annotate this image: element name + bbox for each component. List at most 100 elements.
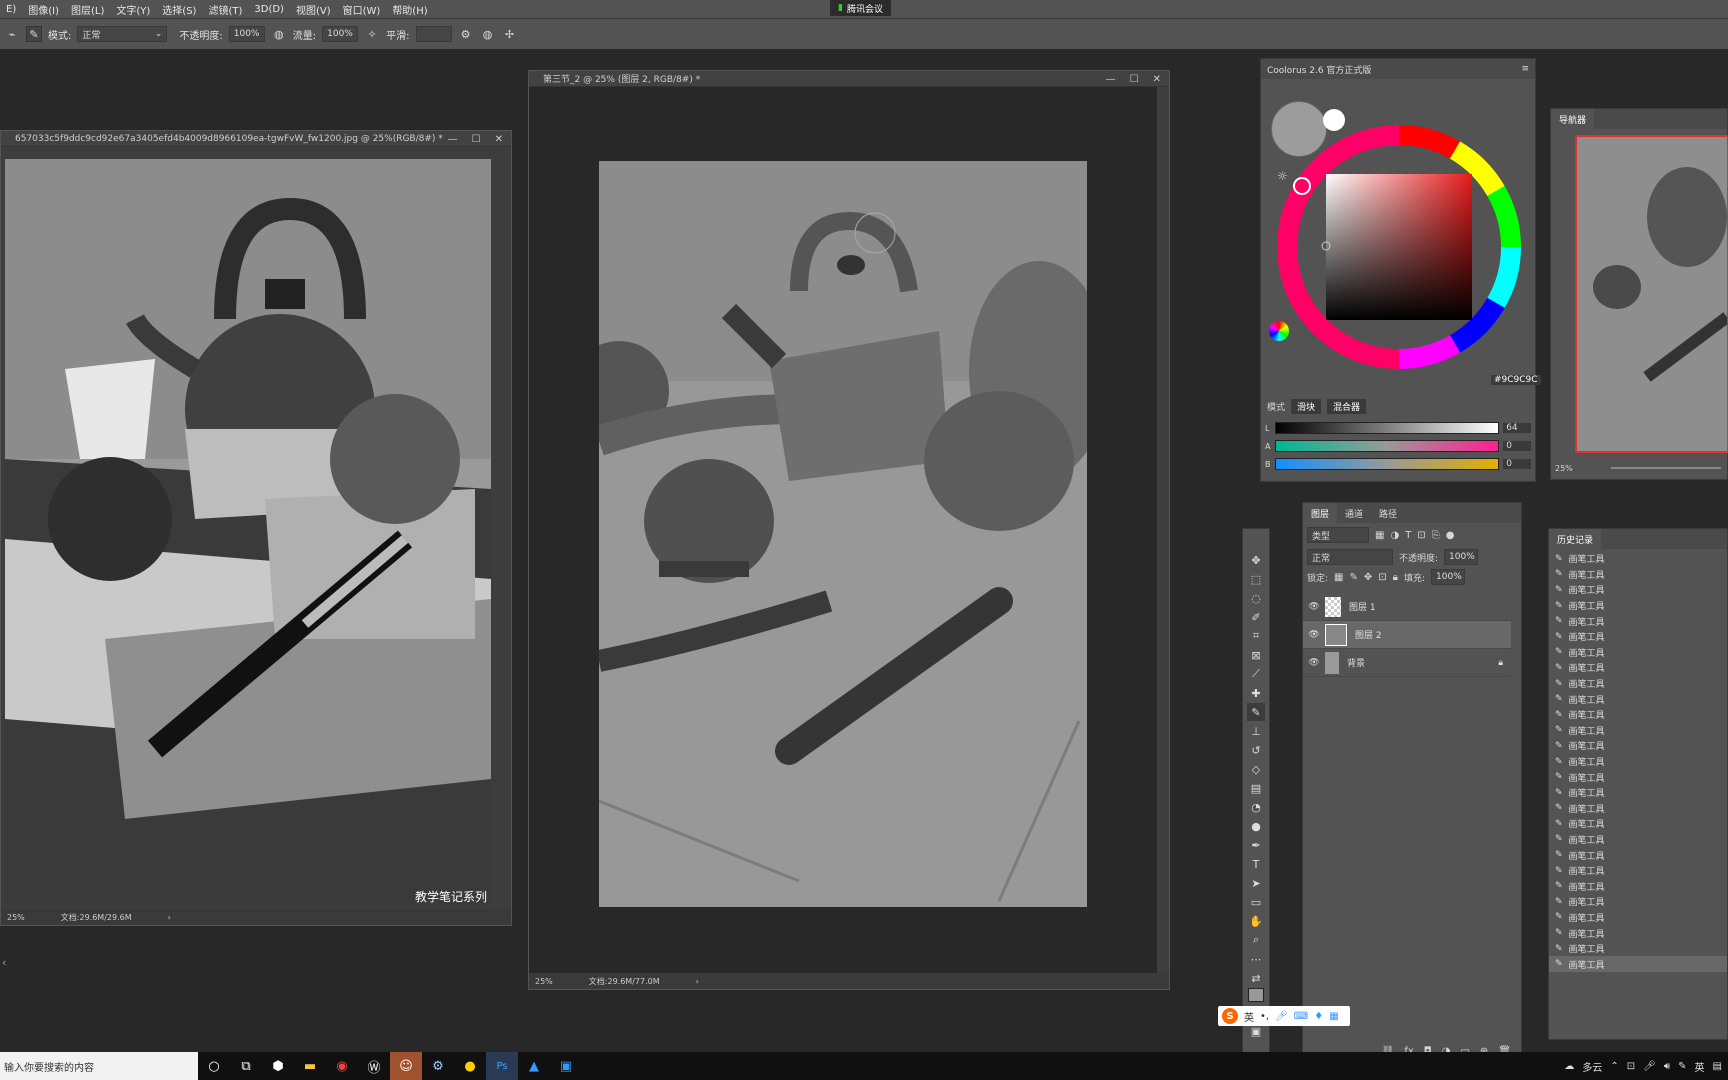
- history-item[interactable]: ✎ 画笔工具: [1549, 676, 1727, 692]
- opacity-field[interactable]: 100%: [228, 26, 265, 42]
- history-item[interactable]: ✎ 画笔工具: [1549, 894, 1727, 910]
- history-item[interactable]: ✎ 画笔工具: [1549, 925, 1727, 941]
- pen-tool-icon[interactable]: ✒: [1247, 836, 1265, 854]
- weather-text[interactable]: 多云: [1582, 1059, 1602, 1074]
- tab-channels[interactable]: 通道: [1337, 503, 1371, 523]
- blend-mode-select[interactable]: 正常: [1307, 549, 1393, 565]
- cortana-icon[interactable]: ○: [198, 1052, 230, 1080]
- navigator-zoom[interactable]: 25%: [1555, 464, 1573, 473]
- panel-menu-icon[interactable]: ≡: [1521, 64, 1535, 74]
- mode-select[interactable]: 正常 ⌄: [77, 26, 168, 42]
- move-tool-icon[interactable]: ✥: [1247, 551, 1265, 569]
- lock-pixels-icon[interactable]: ✎: [1350, 572, 1358, 583]
- maximize-icon[interactable]: ☐: [472, 134, 481, 145]
- type-tool-icon[interactable]: T: [1247, 855, 1265, 873]
- history-item[interactable]: ✎ 画笔工具: [1549, 754, 1727, 770]
- marquee-tool-icon[interactable]: ⬚: [1247, 570, 1265, 588]
- app-w-icon[interactable]: Ⓦ: [358, 1052, 390, 1080]
- path-select-tool-icon[interactable]: ➤: [1247, 874, 1265, 892]
- history-item[interactable]: ✎ 画笔工具: [1549, 723, 1727, 739]
- volume-icon[interactable]: 🔊︎: [1664, 1061, 1670, 1072]
- photoshop-icon[interactable]: Ps: [486, 1052, 518, 1080]
- lasso-tool-icon[interactable]: ◌: [1247, 589, 1265, 607]
- history-item[interactable]: ✎ 画笔工具: [1549, 863, 1727, 879]
- history-item[interactable]: ✎ 画笔工具: [1549, 816, 1727, 832]
- history-item[interactable]: ✎ 画笔工具: [1549, 645, 1727, 661]
- filter-smart-icon[interactable]: ⎘: [1432, 530, 1440, 541]
- menu-item[interactable]: 3D(D): [248, 4, 290, 15]
- filter-type-icon[interactable]: T: [1405, 530, 1411, 541]
- history-item[interactable]: ✎ 画笔工具: [1549, 878, 1727, 894]
- painting-canvas[interactable]: [599, 161, 1087, 907]
- menu-item[interactable]: 文字(Y): [110, 2, 156, 17]
- lock-position-icon[interactable]: ✥: [1364, 572, 1372, 583]
- layer-row-selected[interactable]: 👁︎ 图层 2: [1303, 621, 1511, 649]
- history-item[interactable]: ✎ 画笔工具: [1549, 941, 1727, 957]
- menu-item[interactable]: 选择(S): [156, 2, 202, 17]
- eye-icon[interactable]: 👁︎: [1303, 658, 1325, 668]
- mixer-mode-button[interactable]: 混合器: [1327, 399, 1367, 414]
- filter-adjust-icon[interactable]: ◑: [1390, 530, 1399, 541]
- more-tools-icon[interactable]: ⋯: [1247, 950, 1265, 968]
- keyboard-icon[interactable]: ⌨: [1294, 1011, 1308, 1022]
- layer-filter-select[interactable]: 类型: [1307, 527, 1369, 543]
- slider-mode-button[interactable]: 滑块: [1291, 399, 1322, 414]
- main-doc-titlebar[interactable]: 第三节_2 @ 25% (图层 2, RGB/8#) * — ☐ ✕: [529, 71, 1169, 87]
- network-icon[interactable]: ⊡: [1627, 1061, 1635, 1072]
- menu-item[interactable]: 滤镜(T): [202, 2, 248, 17]
- app-avatar-icon[interactable]: ☺: [390, 1052, 422, 1080]
- history-item[interactable]: ✎ 画笔工具: [1549, 707, 1727, 723]
- panel-collapse-icon[interactable]: ‹: [2, 956, 6, 969]
- reference-doc-titlebar[interactable]: 657033c5f9ddc9cd92e67a3405efd4b4009d8966…: [1, 131, 511, 147]
- dodge-tool-icon[interactable]: ●: [1247, 817, 1265, 835]
- slider-a-value[interactable]: 0: [1503, 441, 1531, 451]
- history-tab[interactable]: 历史记录: [1549, 529, 1602, 549]
- canvas-area[interactable]: [529, 87, 1157, 975]
- fill-field[interactable]: 100%: [1431, 569, 1466, 585]
- gear-icon[interactable]: ⚙: [458, 26, 474, 42]
- harmony-icon[interactable]: [1269, 321, 1289, 341]
- hand-tool-icon[interactable]: ✋: [1247, 912, 1265, 930]
- history-item[interactable]: ✎ 画笔工具: [1549, 551, 1727, 567]
- minimize-icon[interactable]: —: [448, 134, 458, 145]
- chevron-right-icon[interactable]: ›: [168, 913, 171, 922]
- history-item[interactable]: ✎ 画笔工具: [1549, 691, 1727, 707]
- menu-item[interactable]: 窗口(W): [337, 2, 387, 17]
- menu-item[interactable]: 视图(V): [290, 2, 337, 17]
- pressure-size-icon[interactable]: ◍: [480, 26, 496, 42]
- healing-tool-icon[interactable]: ✚: [1247, 684, 1265, 702]
- notification-icon[interactable]: ▤: [1713, 1061, 1722, 1072]
- lock-transparent-icon[interactable]: ▦: [1334, 572, 1343, 583]
- ime-toolbar[interactable]: S 英 •, 🎤︎ ⌨ ♦ ▦: [1218, 1006, 1350, 1026]
- slider-a[interactable]: [1274, 440, 1500, 452]
- frame-tool-icon[interactable]: ⊠: [1247, 646, 1265, 664]
- navigator-zoom-slider[interactable]: [1611, 467, 1721, 469]
- tab-layers[interactable]: 图层: [1303, 503, 1338, 523]
- hex-value[interactable]: #9C9C9C: [1491, 375, 1541, 385]
- layer-opacity-field[interactable]: 100%: [1444, 549, 1479, 565]
- navigator-tab[interactable]: 导航器: [1551, 109, 1595, 129]
- flow-field[interactable]: 100%: [322, 26, 359, 42]
- eyedropper-tool-icon[interactable]: ⟋: [1247, 665, 1265, 683]
- weather-icon[interactable]: ☁: [1564, 1061, 1574, 1072]
- minimize-icon[interactable]: —: [1106, 74, 1116, 85]
- history-item[interactable]: ✎ 画笔工具: [1549, 582, 1727, 598]
- history-item[interactable]: ✎ 画笔工具: [1549, 613, 1727, 629]
- meeting-indicator[interactable]: ▮ 腾讯会议: [830, 0, 891, 16]
- slider-b[interactable]: [1274, 458, 1500, 470]
- menu-item[interactable]: 图层(L): [65, 2, 110, 17]
- history-item[interactable]: ✎ 画笔工具: [1549, 738, 1727, 754]
- history-item[interactable]: ✎ 画笔工具: [1549, 956, 1727, 973]
- history-item[interactable]: ✎ 画笔工具: [1549, 629, 1727, 645]
- history-item[interactable]: ✎ 画笔工具: [1549, 769, 1727, 785]
- smooth-field[interactable]: [415, 26, 452, 42]
- blur-tool-icon[interactable]: ◔: [1247, 798, 1265, 816]
- close-icon[interactable]: ✕: [495, 134, 503, 145]
- history-item[interactable]: ✎ 画笔工具: [1549, 567, 1727, 583]
- pen-icon[interactable]: ✎: [1678, 1061, 1686, 1072]
- vertical-scrollbar[interactable]: [1157, 87, 1169, 975]
- crop-tool-icon[interactable]: ⌗: [1247, 627, 1265, 645]
- eraser-tool-icon[interactable]: ◇: [1247, 760, 1265, 778]
- chevron-up-icon[interactable]: ⌃: [1610, 1061, 1618, 1072]
- lock-artboard-icon[interactable]: ⊡: [1378, 572, 1386, 583]
